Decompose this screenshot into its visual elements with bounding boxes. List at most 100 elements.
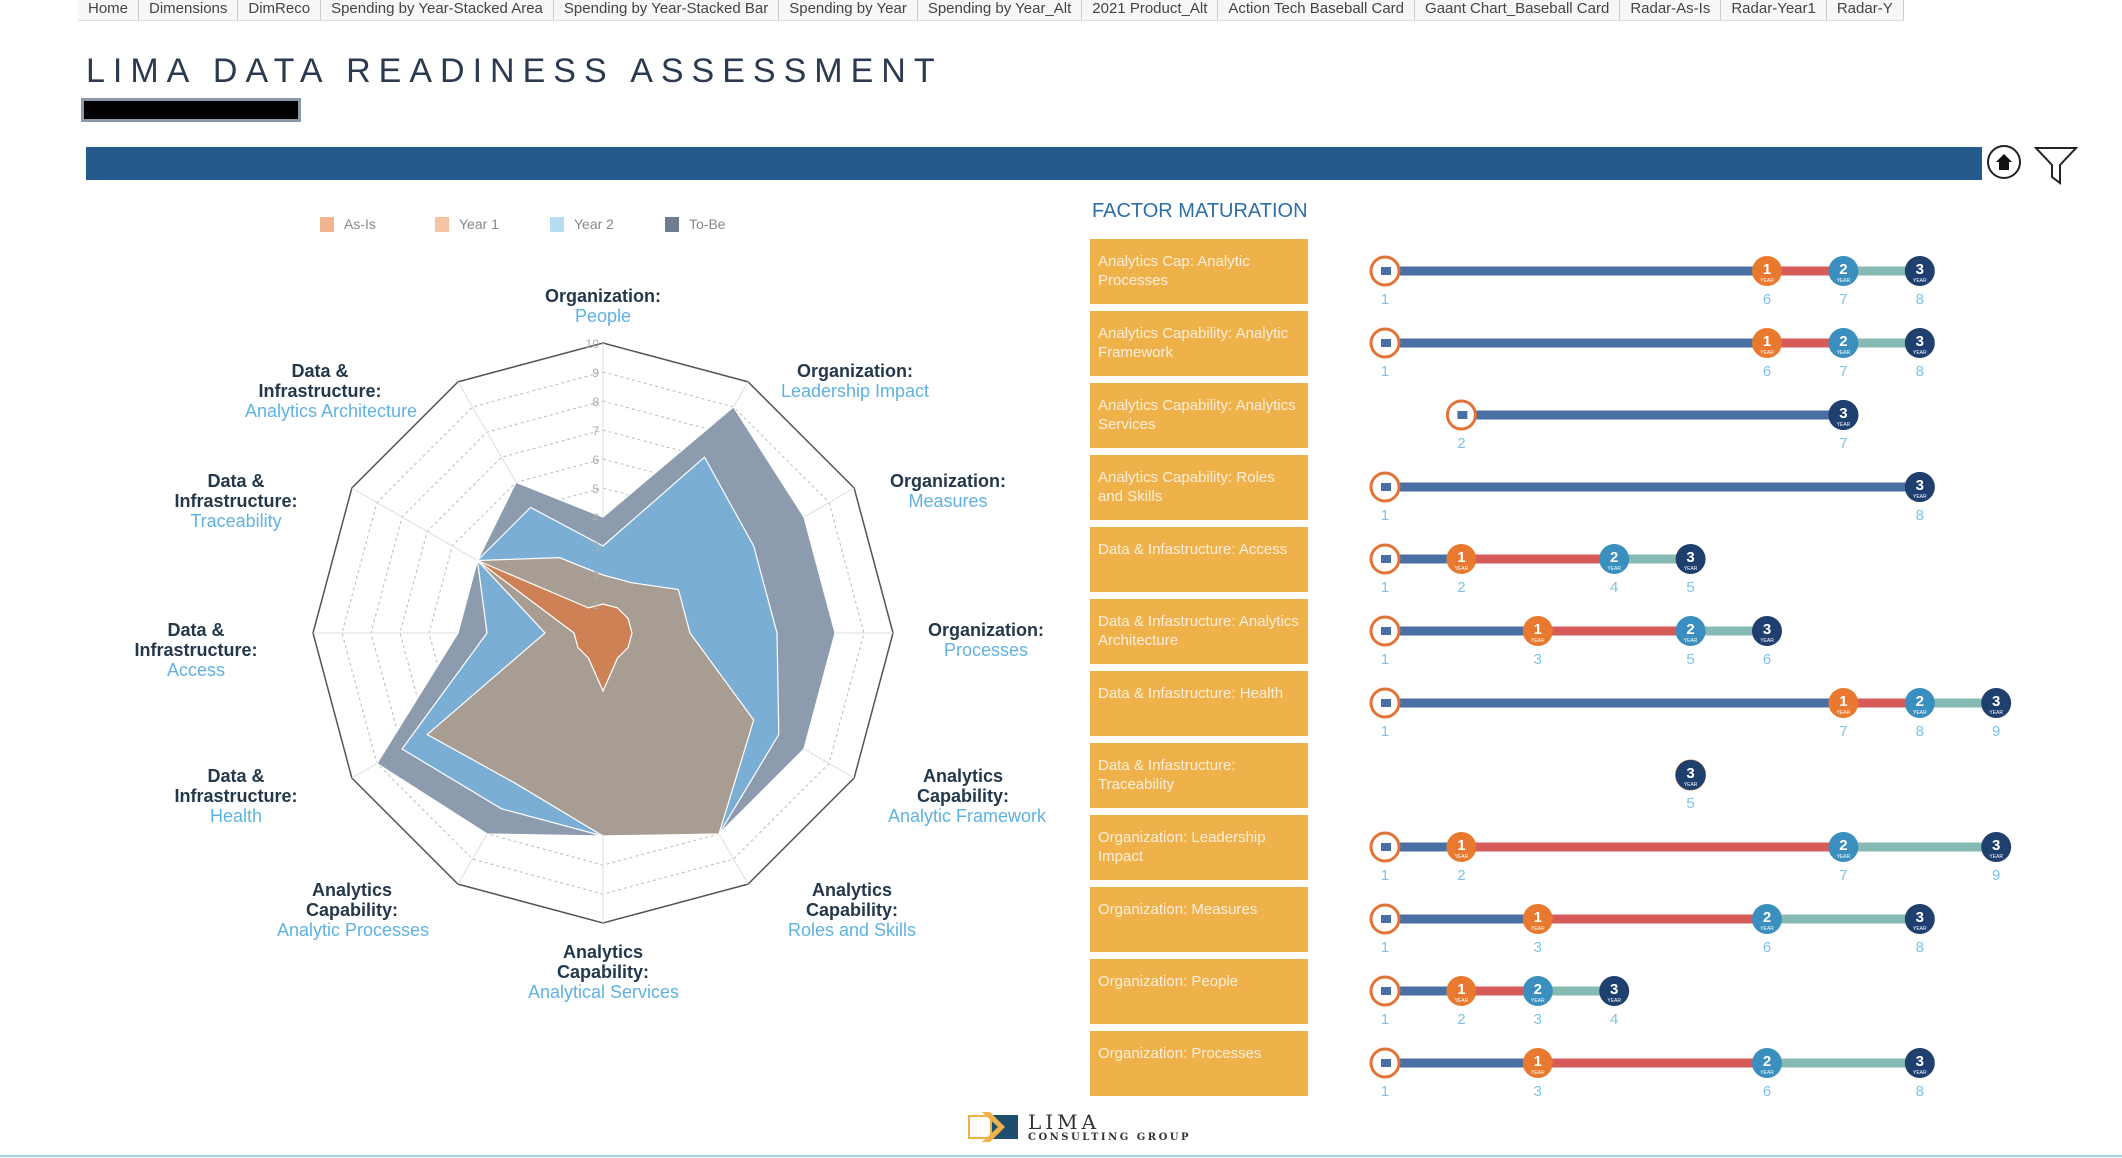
marker-year-label: YEAR bbox=[1913, 494, 1927, 500]
radar-axis-label: Analytics Capability: Analytic Framework bbox=[888, 766, 1047, 826]
factor-label: Analytics Cap: Analytic Processes bbox=[1090, 239, 1308, 304]
tab-spending-by-year[interactable]: Spending by Year bbox=[779, 0, 918, 20]
tab-gaant-chart-baseball-card[interactable]: Gaant Chart_Baseball Card bbox=[1415, 0, 1621, 20]
value-label: 7 bbox=[1839, 291, 1847, 308]
legend-label: As-Is bbox=[344, 216, 376, 232]
marker-year-label: YEAR bbox=[1760, 638, 1774, 644]
marker-year3-number: 3 bbox=[1686, 549, 1694, 566]
marker-as-is-notch bbox=[1457, 411, 1468, 419]
marker-year-label: YEAR bbox=[1837, 422, 1851, 428]
tab-radar-as-is[interactable]: Radar-As-Is bbox=[1620, 0, 1722, 20]
value-label: 1 bbox=[1381, 363, 1389, 380]
tab-spending-stacked-area[interactable]: Spending by Year-Stacked Area bbox=[321, 0, 554, 20]
marker-year-label: YEAR bbox=[1684, 638, 1698, 644]
value-label: 6 bbox=[1763, 291, 1771, 308]
marker-year3-number: 3 bbox=[1992, 693, 2000, 710]
value-label: 3 bbox=[1534, 1083, 1542, 1100]
legend-item-year-1: Year 1 bbox=[435, 216, 550, 232]
marker-year-label: YEAR bbox=[1684, 782, 1698, 788]
axis-name: Analytic Framework bbox=[888, 806, 1047, 826]
factor-row: 1YEAR2YEAR3YEAR1 6 7 8 bbox=[1369, 255, 1935, 308]
marker-year-label: YEAR bbox=[1913, 350, 1927, 356]
factor-label: Data & Infastructure: Traceability bbox=[1090, 743, 1308, 808]
value-label: 1 bbox=[1381, 939, 1389, 956]
axis-name: Analytics Architecture bbox=[245, 401, 418, 421]
marker-year-label: YEAR bbox=[1607, 566, 1621, 572]
marker-year-label: YEAR bbox=[1531, 998, 1545, 1004]
marker-year2-number: 2 bbox=[1839, 837, 1847, 854]
legend-label: Year 1 bbox=[459, 216, 499, 232]
radar-tick-label: 4 bbox=[592, 511, 599, 525]
radar-axis-label: Data & Infrastructure: Traceability bbox=[161, 471, 311, 531]
marker-year-label: YEAR bbox=[1760, 926, 1774, 932]
radar-tick-label: 1 bbox=[592, 598, 599, 612]
legend-item-as-is: As-Is bbox=[320, 216, 435, 232]
marker-as-is-notch bbox=[1381, 555, 1391, 563]
marker-year1-number: 1 bbox=[1457, 837, 1465, 854]
marker-year2-number: 2 bbox=[1686, 621, 1694, 638]
filter-icon[interactable] bbox=[2034, 145, 2078, 185]
radar-axis-label: Analytics Capability: Analytic Processes bbox=[277, 880, 429, 940]
axis-group: Data & Infrastructure: bbox=[258, 361, 382, 401]
factor-row: 1YEAR2YEAR3YEAR1 3 6 8 bbox=[1369, 1047, 1935, 1100]
marker-year3-number: 3 bbox=[1686, 765, 1694, 782]
marker-year2-number: 2 bbox=[1916, 693, 1924, 710]
marker-year-label: YEAR bbox=[1913, 926, 1927, 932]
tab-radar-year1[interactable]: Radar-Year1 bbox=[1721, 0, 1827, 20]
value-label: 5 bbox=[1686, 651, 1694, 668]
factor-label: Organization: Processes bbox=[1090, 1031, 1308, 1096]
factor-row: 1YEAR2YEAR3YEAR18 bbox=[1369, 471, 1935, 524]
value-label: 1 bbox=[1381, 291, 1389, 308]
factor-row: 1YEAR2YEAR3YEAR1 3 6 8 bbox=[1369, 903, 1935, 956]
marker-year3-number: 3 bbox=[1763, 621, 1771, 638]
page-title: LIMA DATA READINESS ASSESSMENT bbox=[86, 52, 943, 90]
value-label: 6 bbox=[1763, 939, 1771, 956]
tab-action-tech-baseball-card[interactable]: Action Tech Baseball Card bbox=[1218, 0, 1416, 20]
radar-tick-label: 7 bbox=[592, 424, 599, 438]
axis-group: Data & Infrastructure: bbox=[134, 620, 258, 660]
radar-axis-label: Analytics Capability: Analytical Services bbox=[528, 942, 679, 1002]
value-label: 8 bbox=[1916, 939, 1924, 956]
tab-radar-y[interactable]: Radar-Y bbox=[1827, 0, 1904, 20]
value-label: 8 bbox=[1916, 291, 1924, 308]
legend-item-year-2: Year 2 bbox=[550, 216, 665, 232]
factor-label: Analytics Capability: Analytic Framework bbox=[1090, 311, 1308, 376]
tab-spending-by-year-alt[interactable]: Spending by Year_Alt bbox=[918, 0, 1083, 20]
radar-axis-label: Data & Infrastructure: Analytics Architec… bbox=[245, 361, 418, 421]
axis-group: Analytics Capability: bbox=[556, 942, 649, 982]
radar-tick-label: 8 bbox=[592, 395, 599, 409]
axis-group: Organization: bbox=[797, 361, 913, 381]
value-label: 8 bbox=[1916, 507, 1924, 524]
marker-year-label: YEAR bbox=[1913, 710, 1927, 716]
axis-group: Organization: bbox=[928, 620, 1044, 640]
radar-tick-label: 6 bbox=[592, 453, 599, 467]
tab-home[interactable]: Home bbox=[78, 0, 140, 20]
tab-spending-stacked-bar[interactable]: Spending by Year-Stacked Bar bbox=[554, 0, 780, 20]
marker-as-is-notch bbox=[1381, 267, 1391, 275]
marker-as-is-notch bbox=[1381, 627, 1391, 635]
legend-label: Year 2 bbox=[574, 216, 614, 232]
factor-row: 1YEAR2YEAR3YEAR5 bbox=[1675, 759, 1707, 812]
axis-name: Health bbox=[209, 806, 263, 826]
marker-year2-number: 2 bbox=[1610, 549, 1618, 566]
value-label: 6 bbox=[1763, 1083, 1771, 1100]
marker-year-label: YEAR bbox=[1531, 638, 1545, 644]
logo-mark-icon bbox=[968, 1112, 1018, 1142]
factor-row: 1YEAR2YEAR3YEAR1 2 3 4 bbox=[1369, 975, 1630, 1028]
tab-2021-product-alt[interactable]: 2021 Product_Alt bbox=[1082, 0, 1219, 20]
marker-year-label: YEAR bbox=[1837, 278, 1851, 284]
marker-as-is-notch bbox=[1381, 483, 1391, 491]
marker-year3-number: 3 bbox=[1916, 909, 1924, 926]
logo-text: LIMA bbox=[1028, 1109, 1101, 1134]
marker-year-label: YEAR bbox=[1913, 278, 1927, 284]
value-label: 3 bbox=[1534, 1011, 1542, 1028]
factor-label: Analytics Capability: Roles and Skills bbox=[1090, 455, 1308, 520]
factor-row: 1YEAR2YEAR3YEAR1 7 8 9 bbox=[1369, 687, 2012, 740]
marker-year1-number: 1 bbox=[1839, 693, 1847, 710]
tab-dimensions[interactable]: Dimensions bbox=[139, 0, 239, 20]
tab-dimreco[interactable]: DimReco bbox=[238, 0, 322, 20]
redacted-block bbox=[81, 98, 301, 122]
home-icon[interactable] bbox=[1987, 145, 2021, 179]
value-label: 6 bbox=[1763, 651, 1771, 668]
bottom-border bbox=[0, 1155, 2122, 1157]
